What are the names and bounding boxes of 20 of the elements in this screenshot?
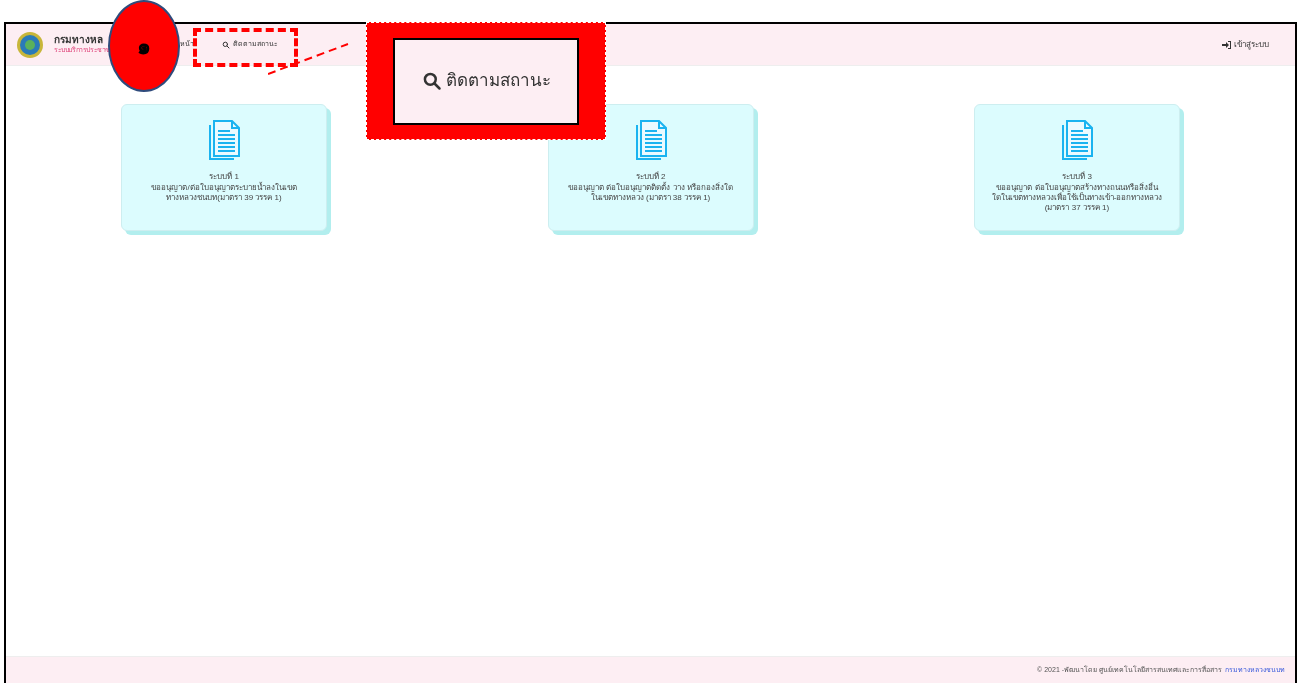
card-description: ขออนุญาต ต่อใบอนุญาตสร้างทางถนนหรือสิ่งอื่น xyxy=(996,183,1158,192)
card-description: ทางหลวงชนบท(มาตรา 39 วรรค 1) xyxy=(166,193,282,203)
card-title: ระบบที่ 3 xyxy=(1062,171,1092,182)
card-title: ระบบที่ 1 xyxy=(209,171,239,182)
search-icon xyxy=(421,71,442,91)
logo-icon xyxy=(16,30,44,59)
callout-text: ติดตามสถานะ xyxy=(445,70,551,93)
number-marker: ๑ xyxy=(108,0,180,92)
site-title: กรมทางหล xyxy=(54,33,103,46)
card-description: ขออนุญาต/ต่อใบอนุญาตระบายน้ำลงในเขต xyxy=(151,183,297,193)
card-description: (มาตรา 37 วรรค 1) xyxy=(1044,203,1110,213)
card-description: ในเขตทางหลวง (มาตรา 38 วรรค 1) xyxy=(590,193,711,203)
card-title: ระบบที่ 2 xyxy=(635,171,666,182)
search-icon xyxy=(222,40,230,49)
login-link[interactable]: เข้าสู่ระบบ xyxy=(1222,38,1269,51)
document-icon xyxy=(1059,119,1095,161)
card-description: ขออนุญาต ต่อใบอนุญาตติดตั้ง วาง หรือกองสิ่งใด xyxy=(568,183,733,193)
document-icon xyxy=(206,119,242,161)
login-icon xyxy=(1222,40,1231,49)
card-description: ใดในเขตทางหลวงเพื่อใช้เป็นทางเข้า-ออกทางหลวง xyxy=(991,193,1163,203)
